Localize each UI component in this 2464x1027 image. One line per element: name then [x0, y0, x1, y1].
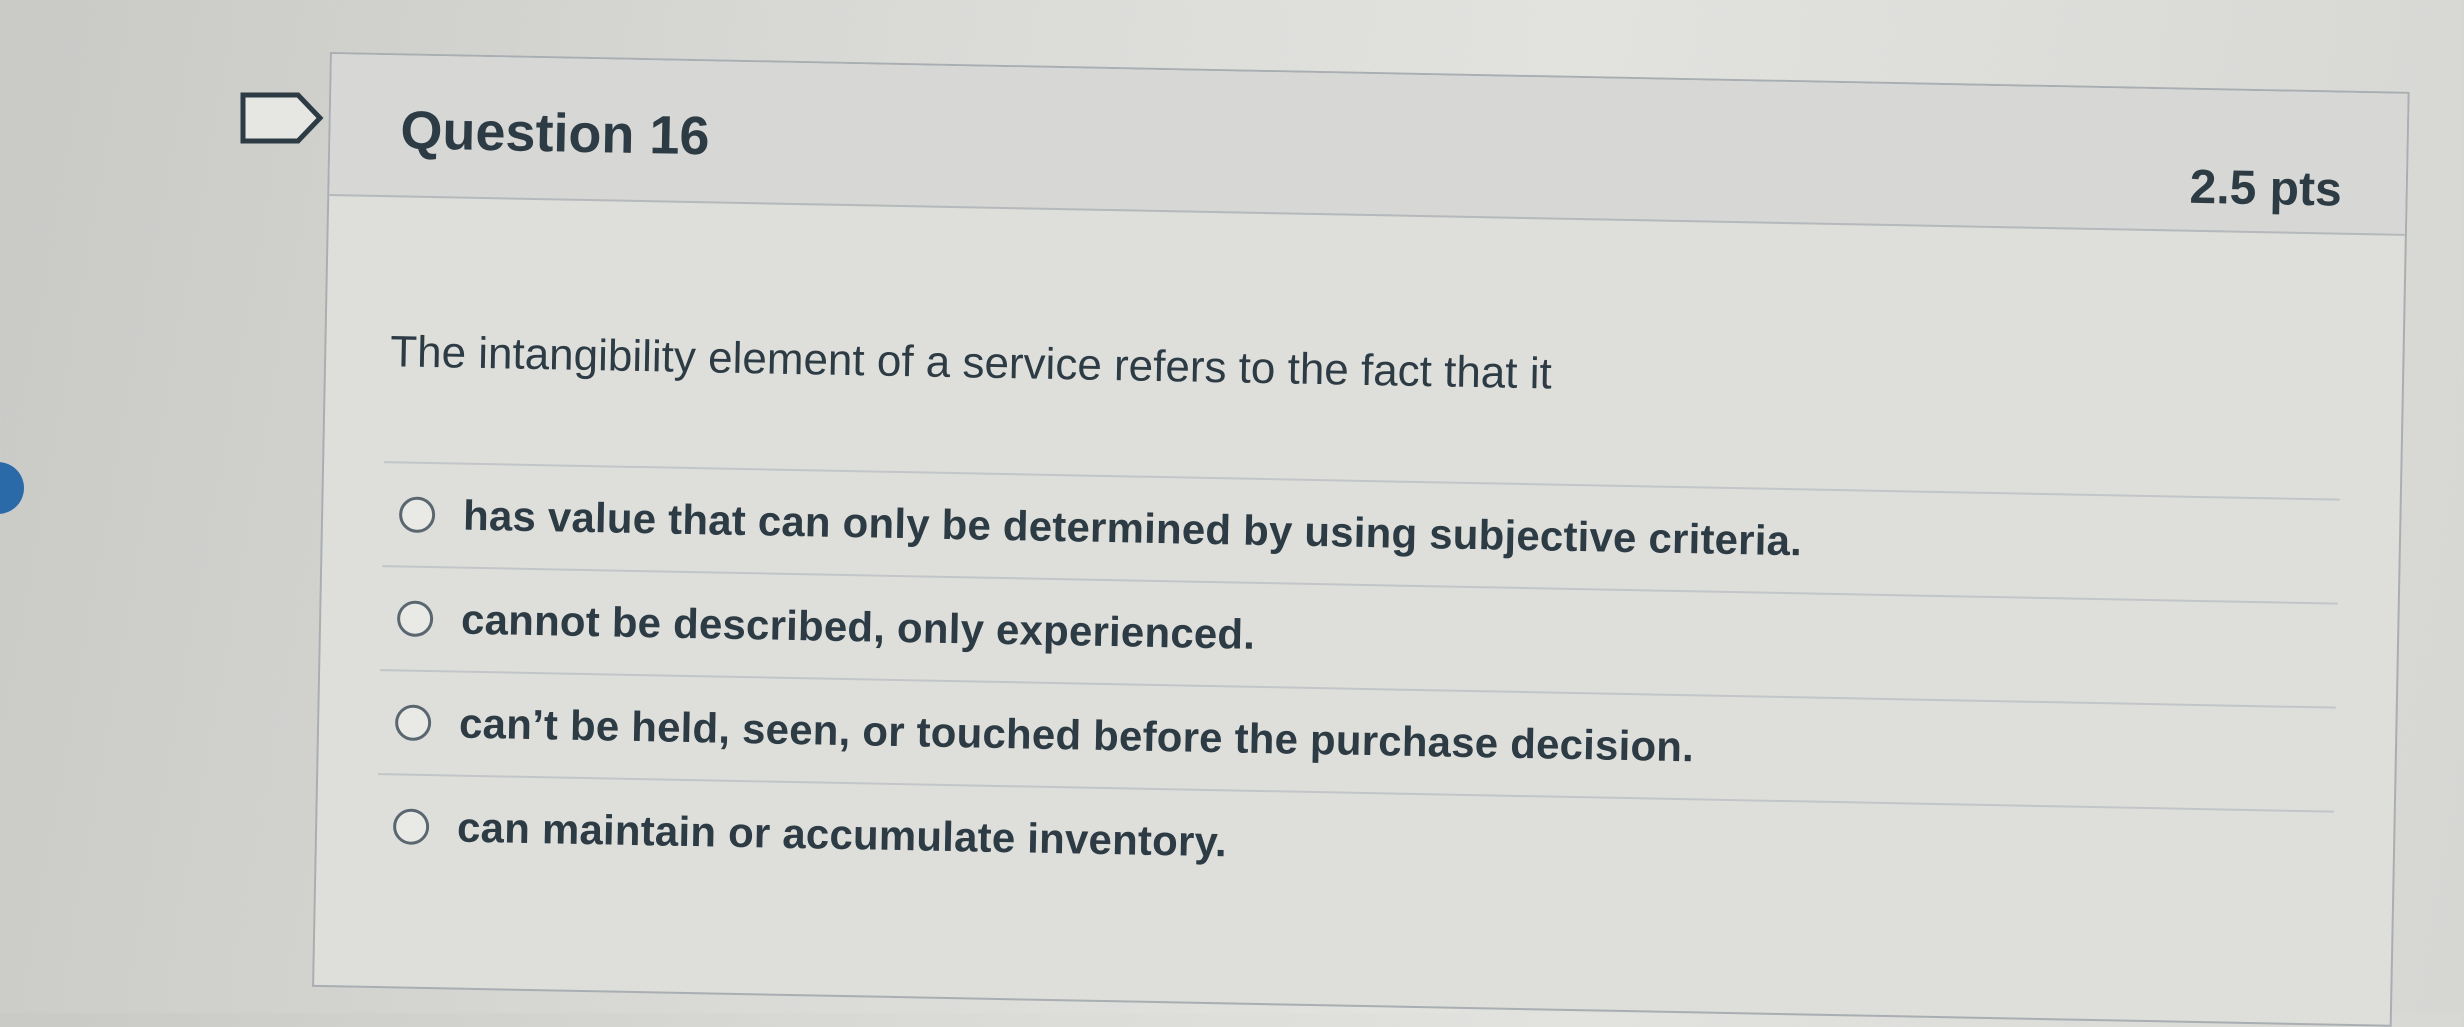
- question-body: The intangibility element of a service r…: [316, 196, 2405, 916]
- question-text: The intangibility element of a service r…: [389, 327, 1553, 399]
- radio-unchecked-icon[interactable]: [396, 600, 434, 638]
- question-points: 2.5 pts: [2189, 160, 2343, 217]
- sidebar-indicator: [0, 462, 24, 514]
- answer-label: can’t be held, seen, or touched before t…: [458, 699, 1695, 771]
- answer-label: can maintain or accumulate inventory.: [456, 803, 1228, 866]
- question-title: Question 16: [399, 100, 711, 167]
- question-card: Question 16 2.5 pts The intangibility el…: [312, 52, 2410, 1027]
- answer-label: has value that can only be determined by…: [462, 491, 1803, 565]
- radio-unchecked-icon[interactable]: [394, 704, 432, 742]
- answer-label: cannot be described, only experienced.: [460, 595, 1256, 658]
- answer-list: has value that can only be determined by…: [376, 461, 2340, 915]
- flag-question-icon[interactable]: [240, 92, 324, 144]
- radio-unchecked-icon[interactable]: [392, 808, 430, 846]
- radio-unchecked-icon[interactable]: [398, 496, 436, 534]
